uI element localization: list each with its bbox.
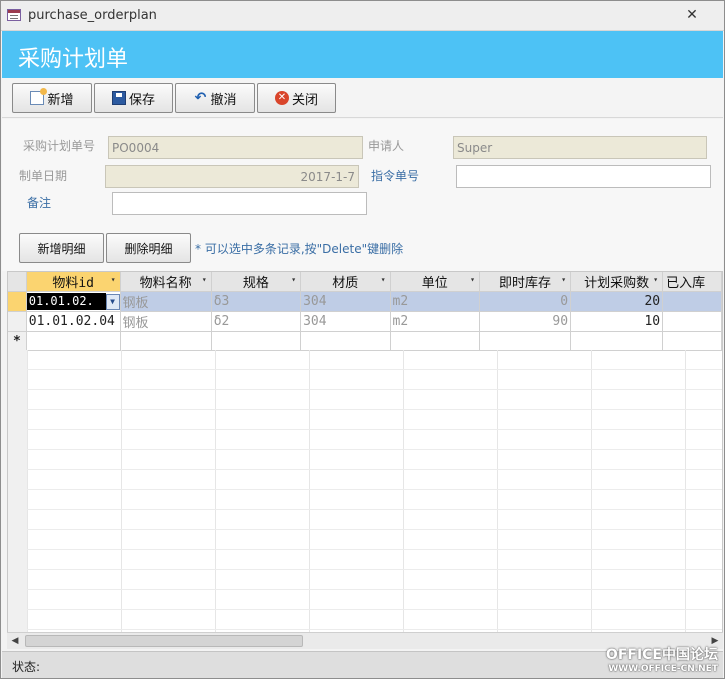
material-id-combo[interactable]: 01.01.02. ▼ [26,291,121,312]
watermark-line-2: WWW.OFFICE-CN.NET [608,664,718,674]
grid-cell[interactable]: m2 [390,311,480,332]
scrollbar-thumb[interactable] [25,635,303,647]
site-watermark: OFFICE中国论坛 WWW.OFFICE-CN.NET [606,647,718,675]
detail-table: 物料id ▾ 物料名称 ▾ 规格 ▾ 材质 ▾ 单位 ▾ 即时库存 ▾ 计划采购数 ▾ 已入库… [8,272,722,351]
grid-cell[interactable] [662,291,722,312]
date-label: 制单日期 [19,169,68,183]
save-button[interactable]: 保存 [94,83,173,113]
status-label: 状态: [12,660,41,674]
form-icon [7,9,21,21]
table-row[interactable]: 01.01.02. ▼ 钢板 δ3 304 m2 0 20 [8,291,722,312]
grid-cell[interactable]: 90 [479,311,572,332]
column-filter-icon[interactable]: ▾ [202,275,207,284]
close-button-label: 关闭 [291,92,318,108]
column-filter-icon[interactable]: ▾ [653,275,658,284]
new-row-marker: * [8,331,27,351]
delete-detail-button[interactable]: 删除明细 [106,233,191,263]
scroll-right-icon[interactable]: ▶ [709,635,721,647]
grid-cell[interactable]: 01.01.02.04 [26,311,121,332]
plan-no-label: 采购计划单号 [23,139,96,153]
applicant-label: 申请人 [368,139,405,153]
title-bar: purchase_orderplan ✕ [1,1,724,31]
app-window: purchase_orderplan ✕ 采购计划单 新增 保存 ↶ 撤消 ✕ … [0,0,725,679]
column-header[interactable]: 已入库 [662,272,722,292]
row-selector[interactable] [8,291,27,312]
undo-button[interactable]: ↶ 撤消 [175,83,255,113]
grid-empty-area [8,350,722,632]
applicant-field[interactable]: Super [453,136,707,159]
grid-cell[interactable]: δ2 [211,311,302,332]
column-header[interactable]: 单位 ▾ [390,272,480,292]
new-record-row[interactable]: * [8,331,722,351]
watermark-line-1: OFFICE中国论坛 [605,647,718,663]
grid-cell[interactable] [570,331,664,351]
close-button[interactable]: ✕ 关闭 [257,83,336,113]
material-id-input[interactable]: 01.01.02. [26,293,106,310]
grid-cell[interactable] [662,311,722,332]
undo-button-label: 撤消 [210,92,237,108]
column-header[interactable]: 材质 ▾ [300,272,391,292]
grid-cell[interactable]: 钢板 [120,291,212,312]
undo-arrow-icon: ↶ [194,90,207,106]
column-header[interactable]: 物料名称 ▾ [120,272,212,292]
close-circle-icon: ✕ [274,91,289,105]
grid-cell[interactable]: 304 [300,291,391,312]
grid-cell[interactable] [300,331,391,351]
column-filter-icon[interactable]: ▾ [291,275,296,284]
column-header[interactable]: 即时库存 ▾ [479,272,572,292]
grid-cell[interactable]: 0 [479,291,572,312]
delete-hint: * 可以选中多条记录,按"Delete"键删除 [195,242,404,256]
grid-cell[interactable] [120,331,212,351]
column-filter-icon[interactable]: ▾ [561,275,566,284]
grid-cell[interactable]: 10 [570,311,664,332]
table-row[interactable]: 01.01.02.04 钢板 δ2 304 m2 90 10 [8,311,722,332]
select-all-corner[interactable] [8,272,27,292]
detail-grid: 物料id ▾ 物料名称 ▾ 规格 ▾ 材质 ▾ 单位 ▾ 即时库存 ▾ 计划采购数 ▾ 已入库… [7,271,723,649]
window-title: purchase_orderplan [28,8,157,23]
remark-label: 备注 [27,196,52,210]
order-no-label: 指令单号 [371,169,420,183]
grid-cell[interactable]: δ3 [211,291,302,312]
column-header[interactable]: 物料id ▾ [26,272,121,292]
row-selector[interactable] [8,311,27,332]
scroll-left-icon[interactable]: ◀ [9,635,21,647]
save-button-label: 保存 [128,92,155,108]
chevron-down-icon[interactable]: ▼ [105,293,120,310]
grid-cell[interactable]: 20 [570,291,664,312]
remark-field[interactable] [112,192,367,215]
column-filter-icon[interactable]: ▾ [111,275,116,284]
grid-cell[interactable] [211,331,302,351]
add-detail-button[interactable]: 新增明细 [19,233,104,263]
grid-cell[interactable]: m2 [390,291,480,312]
close-window-icon[interactable]: ✕ [681,5,703,25]
grid-cell[interactable]: 钢板 [120,311,212,332]
new-button-label: 新增 [47,92,74,108]
grid-cell[interactable]: 304 [300,311,391,332]
column-filter-icon[interactable]: ▾ [381,275,386,284]
column-filter-icon[interactable]: ▾ [470,275,475,284]
column-header[interactable]: 规格 ▾ [211,272,302,292]
new-button[interactable]: 新增 [12,83,92,113]
form-section: 采购计划单号 PO0004 申请人 Super 制单日期 2017-1-7 指令… [2,119,723,271]
grid-cell[interactable] [26,331,121,351]
grid-cell[interactable] [479,331,572,351]
grid-cell[interactable] [390,331,480,351]
date-field[interactable]: 2017-1-7 [105,165,359,188]
page-title: 采购计划单 [18,47,129,72]
save-disk-icon [111,91,126,105]
grid-cell[interactable] [662,331,722,351]
new-record-icon [30,88,48,105]
plan-no-field[interactable]: PO0004 [108,136,363,159]
column-header[interactable]: 计划采购数 ▾ [570,272,664,292]
form-header: 采购计划单 [2,31,723,78]
order-no-field[interactable] [456,165,711,188]
toolbar: 新增 保存 ↶ 撤消 ✕ 关闭 [2,78,723,118]
